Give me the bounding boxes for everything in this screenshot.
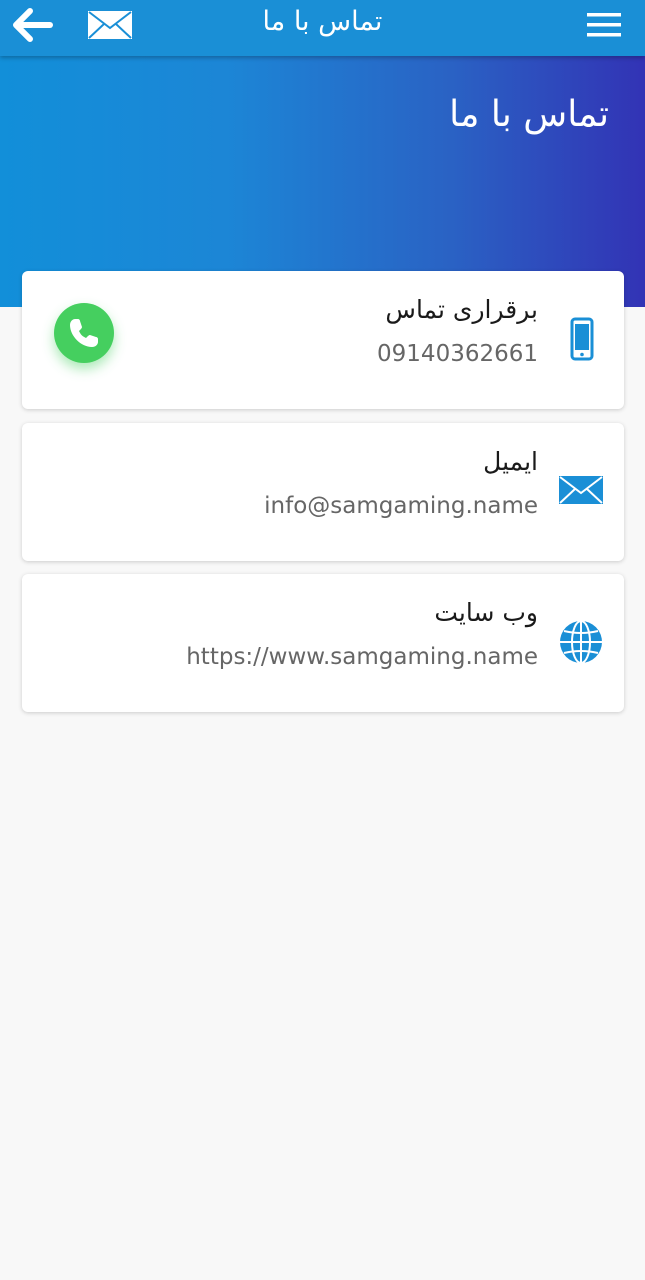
contact-value[interactable]: https://www.samgaming.name [186, 644, 538, 670]
contact-label: برقراری تماس [385, 295, 538, 324]
contact-value[interactable]: info@samgaming.name [264, 493, 538, 519]
top-app-bar: تماس با ما [0, 0, 645, 56]
phone-handset-icon [70, 319, 98, 347]
call-button[interactable] [54, 303, 114, 363]
contact-card-phone[interactable]: برقراری تماس 09140362661 [22, 271, 624, 409]
hero-title: تماس با ما [449, 94, 609, 135]
contact-card-email[interactable]: ایمیل info@samgaming.name [22, 423, 624, 561]
contact-value[interactable]: 09140362661 [377, 341, 538, 367]
contact-label: ایمیل [483, 447, 538, 476]
contact-label: وب سایت [434, 598, 538, 627]
hamburger-menu-icon [587, 13, 621, 37]
contact-card-website[interactable]: وب سایت https://www.samgaming.name [22, 574, 624, 712]
mail-icon [558, 475, 604, 509]
hero-banner: تماس با ما [0, 56, 645, 307]
phone-icon [570, 317, 594, 365]
menu-button[interactable] [585, 10, 623, 40]
page-title: تماس با ما [262, 6, 383, 37]
globe-icon [558, 619, 604, 669]
